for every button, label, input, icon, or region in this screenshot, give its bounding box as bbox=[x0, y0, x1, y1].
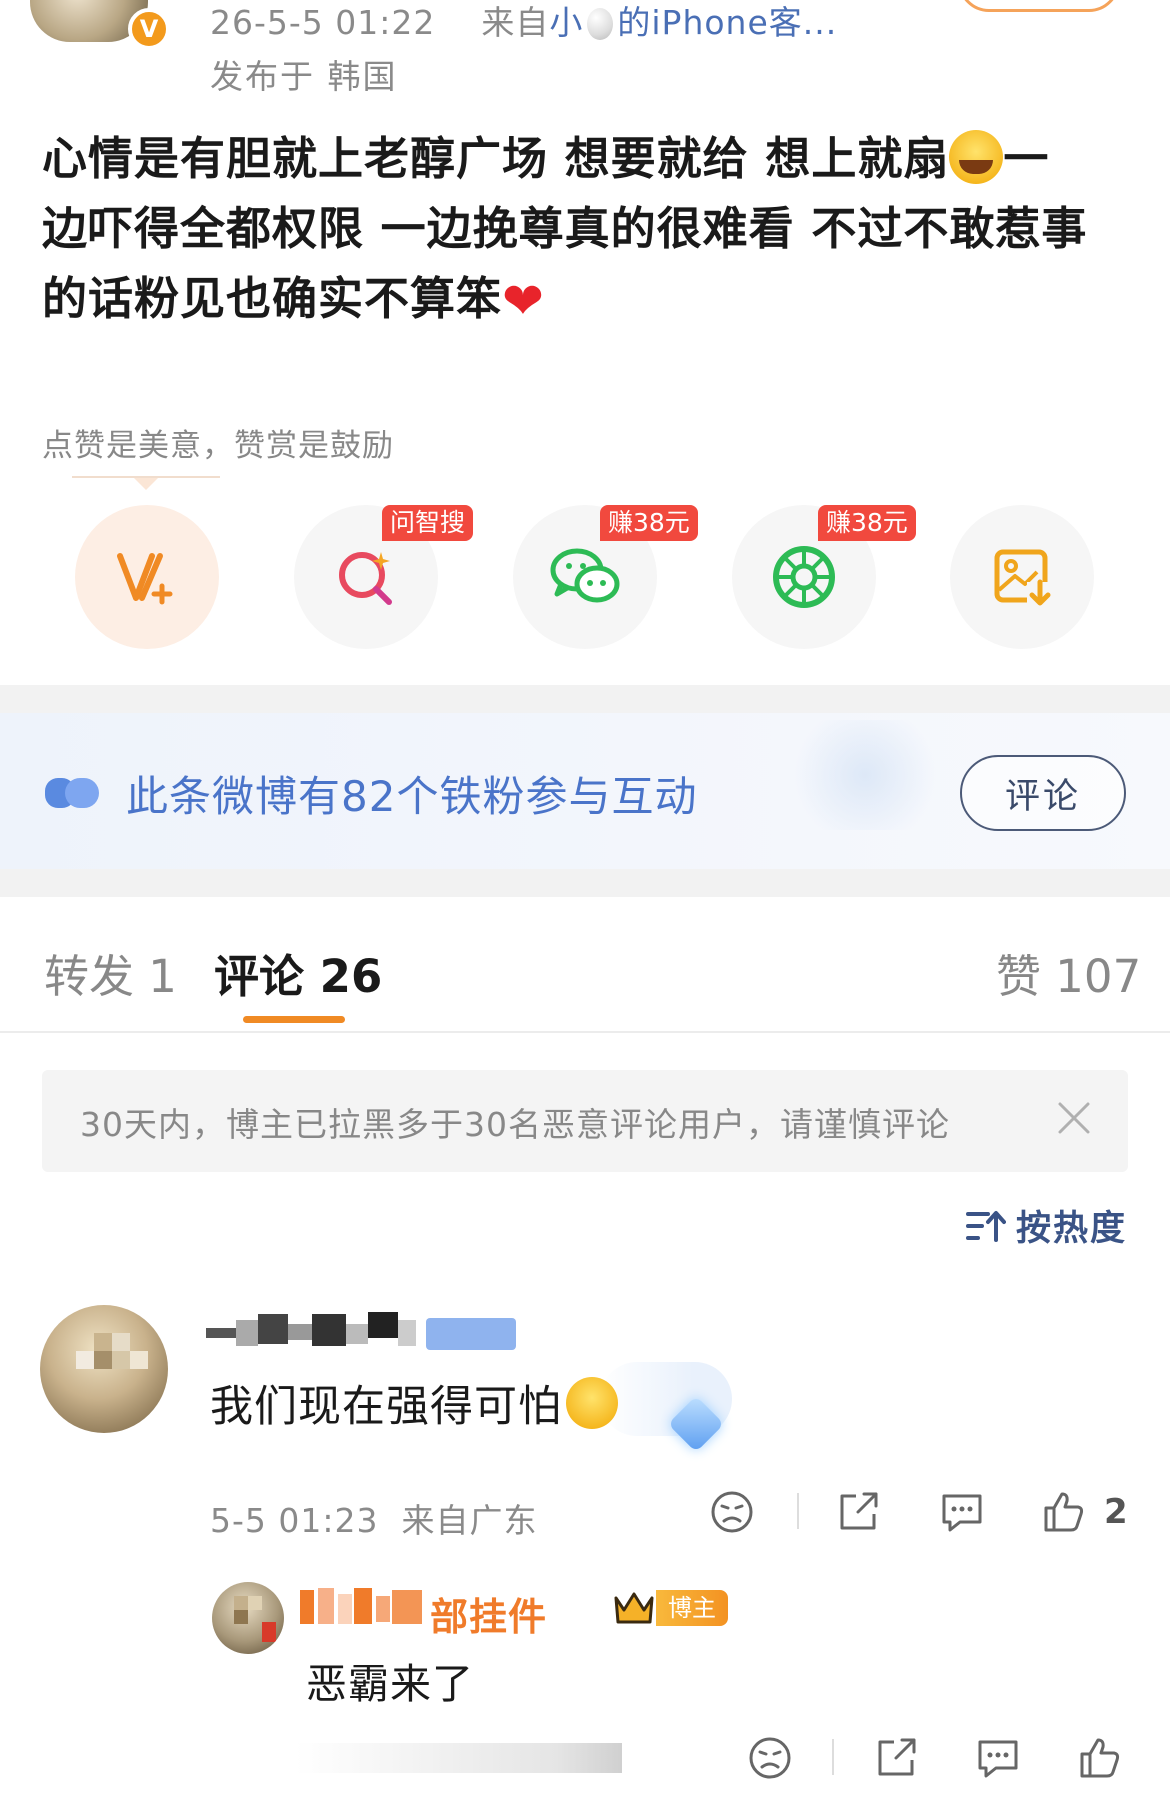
comment-location: 来自广东 bbox=[401, 1501, 538, 1540]
tab-comment[interactable]: 评论 26 bbox=[214, 940, 382, 1005]
save-image-icon bbox=[994, 549, 1053, 608]
close-icon[interactable] bbox=[1054, 1098, 1094, 1138]
tab-divider bbox=[0, 1031, 1170, 1033]
reply-text: 恶霸来了 bbox=[306, 1660, 474, 1708]
blurred-meta bbox=[296, 1743, 622, 1773]
heart-emoji-icon: ❤ bbox=[502, 272, 545, 330]
notice-text: 30天内，博主已拉黑多于30名恶意评论用户，请谨慎评论 bbox=[80, 1105, 950, 1144]
source-prefix: 来自 bbox=[481, 3, 550, 42]
ai-search-tag: 问智搜 bbox=[382, 505, 474, 541]
action-divider bbox=[832, 1739, 834, 1775]
blogger-name[interactable]: 部挂件 bbox=[430, 1586, 547, 1641]
comment-meta: 5-5 01:23 来自广东 bbox=[210, 1494, 537, 1542]
reply-share-icon[interactable] bbox=[872, 1734, 920, 1782]
comment-text: 我们现在强得可怕 bbox=[210, 1372, 618, 1434]
egg-icon bbox=[587, 8, 614, 40]
reply-like-thumb-icon[interactable] bbox=[1076, 1734, 1124, 1782]
tab-like[interactable]: 赞 107 bbox=[996, 940, 1141, 1005]
source-link[interactable]: 小的iPhone客... bbox=[549, 3, 837, 42]
banner-decoration bbox=[780, 720, 950, 830]
follow-button[interactable] bbox=[958, 0, 1120, 12]
wechat-tag: 赚38元 bbox=[600, 505, 698, 541]
comment-time: 5-5 01:23 bbox=[210, 1501, 379, 1540]
section-divider bbox=[0, 869, 1170, 897]
sort-icon bbox=[966, 1210, 1006, 1242]
verified-badge-icon: V bbox=[128, 8, 170, 50]
laugh-cry-emoji-icon bbox=[949, 130, 1004, 184]
v-plus-button[interactable] bbox=[75, 505, 219, 649]
crown-icon bbox=[614, 1592, 654, 1624]
post-text: 心情是有胆就上老醇广场 想要就给 想上就扇一 边吓得全都权限 一边挽尊真的很难看… bbox=[42, 124, 1132, 336]
save-image-button[interactable] bbox=[950, 505, 1094, 649]
tab-active-indicator bbox=[243, 1016, 345, 1023]
comment-like-count: 2 bbox=[1104, 1492, 1128, 1532]
hint-caret bbox=[134, 478, 158, 490]
commenter-name-redacted[interactable] bbox=[206, 1310, 526, 1350]
commenter-avatar[interactable] bbox=[40, 1305, 168, 1433]
wechat-icon bbox=[550, 548, 620, 603]
sort-button[interactable]: 按热度 bbox=[966, 1200, 1127, 1251]
sort-label: 按热度 bbox=[1016, 1209, 1128, 1249]
blogger-name-redacted[interactable] bbox=[296, 1584, 426, 1628]
dislike-face-icon[interactable] bbox=[708, 1488, 756, 1536]
ai-search-icon bbox=[339, 552, 392, 605]
v-plus-icon bbox=[117, 553, 173, 605]
reward-hint: 点赞是美意，赞赏是鼓励 bbox=[42, 428, 394, 464]
reply-comment-icon[interactable] bbox=[938, 1488, 986, 1536]
section-divider bbox=[0, 685, 1170, 713]
post-meta: 26-5-5 01:22 来自小 的iPhone客... bbox=[210, 0, 837, 44]
like-thumb-icon[interactable] bbox=[1040, 1488, 1088, 1536]
fan-comment-button[interactable]: 评论 bbox=[960, 755, 1126, 831]
holding-back-tears-emoji-icon bbox=[566, 1377, 618, 1429]
moments-icon bbox=[773, 546, 835, 608]
post-date: 26-5-5 01:22 bbox=[210, 3, 436, 42]
reply-comment-icon[interactable] bbox=[974, 1734, 1022, 1782]
share-icon[interactable] bbox=[834, 1488, 882, 1536]
moments-tag: 赚38元 bbox=[818, 505, 916, 541]
action-divider bbox=[797, 1493, 799, 1529]
tab-repost[interactable]: 转发 1 bbox=[44, 940, 177, 1005]
publish-location: 发布于 韩国 bbox=[210, 57, 398, 96]
fan-interaction-text: 此条微博有82个铁粉参与互动 bbox=[126, 772, 698, 821]
blogger-badge: 博主 bbox=[656, 1590, 728, 1626]
blogger-avatar[interactable] bbox=[212, 1582, 284, 1654]
fan-badge-icon bbox=[45, 778, 99, 808]
reply-dislike-face-icon[interactable] bbox=[746, 1734, 794, 1782]
